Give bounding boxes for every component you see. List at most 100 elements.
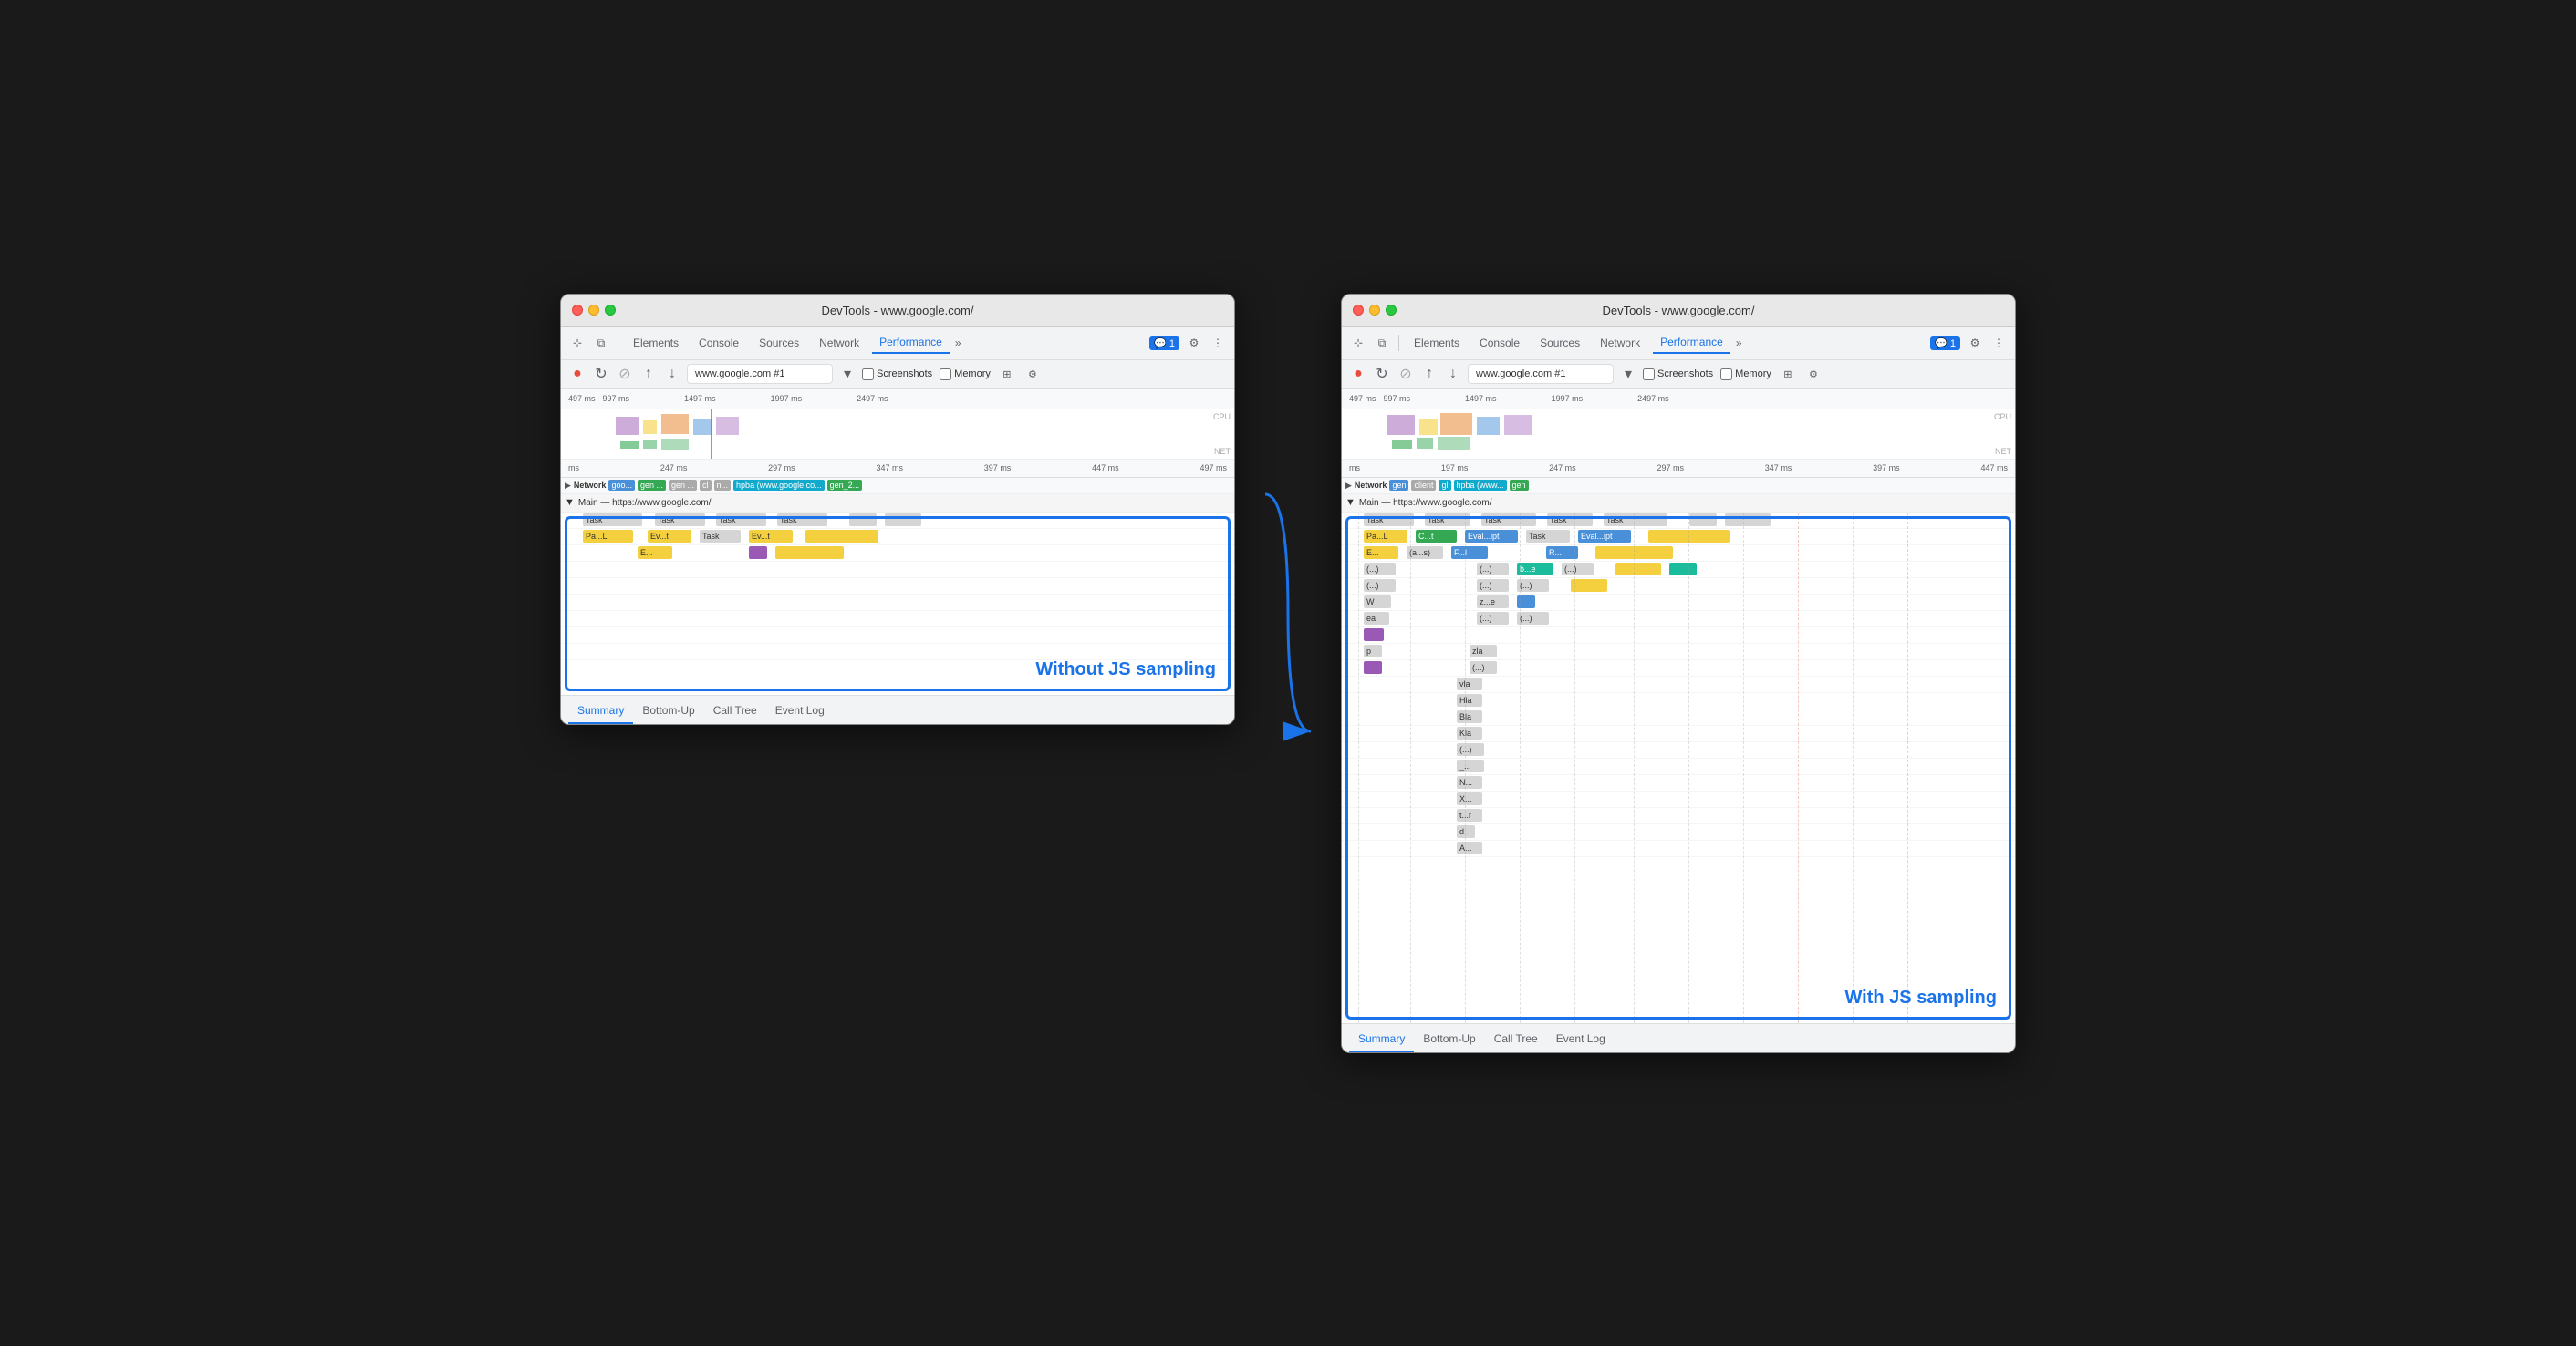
screenshots-checkbox-left[interactable]: Screenshots [862,368,932,380]
task-block-3[interactable]: Task [716,513,766,526]
right-reload-icon[interactable]: ↻ [1373,365,1391,383]
tab-console[interactable]: Console [691,333,746,353]
right-upload-icon[interactable]: ↑ [1420,365,1439,383]
tab-network[interactable]: Network [812,333,867,353]
upload-icon-left[interactable]: ↑ [639,365,658,383]
yellow-bar[interactable] [805,530,878,543]
r-yellow-long[interactable] [1648,530,1730,543]
r-teal2[interactable] [1669,563,1697,575]
r-n[interactable]: N... [1457,776,1482,789]
more-tabs-icon[interactable]: » [955,336,961,349]
triangle-right-icon[interactable]: ▶ [565,481,571,491]
r-task6[interactable] [1689,513,1717,526]
cancel-icon-left[interactable]: ⊘ [616,365,634,383]
r-p4[interactable]: (...) [1364,579,1396,592]
r-ze[interactable]: z...e [1477,595,1509,608]
e-block[interactable]: E... [638,546,672,559]
r-p3[interactable]: (...) [1562,563,1594,575]
tab-elements[interactable]: Elements [626,333,686,353]
pal-block[interactable]: Pa...L [583,530,633,543]
right-cancel-icon[interactable]: ⊘ [1397,365,1415,383]
r-task1[interactable]: Task [1364,513,1414,526]
right-minimize-button[interactable] [1369,305,1380,316]
task-block-5[interactable] [849,513,877,526]
right-layers-icon[interactable]: ⧉ [1373,334,1391,352]
r-y4[interactable] [1571,579,1607,592]
right-more-tabs[interactable]: » [1736,336,1742,349]
right-cursor-icon[interactable]: ⊹ [1349,334,1367,352]
r-dots15[interactable]: (...) [1457,743,1484,756]
memory-checkbox-left[interactable]: Memory [940,368,991,380]
right-dropdown-icon[interactable]: ▾ [1619,365,1637,383]
right-tab-event-log[interactable]: Event Log [1547,1027,1615,1052]
url-input-left[interactable]: www.google.com #1 [687,364,833,384]
r-p5[interactable]: (...) [1477,579,1509,592]
task-block-s[interactable]: Task [700,530,741,543]
r-eval2[interactable]: Eval...ipt [1578,530,1631,543]
r-eval1[interactable]: Eval...ipt [1465,530,1518,543]
r-pa7b[interactable]: (...) [1517,612,1549,625]
right-record-icon[interactable]: ● [1349,365,1367,383]
r-task4[interactable]: Task [1547,513,1593,526]
r-task5[interactable]: Task [1604,513,1667,526]
cursor-icon[interactable]: ⊹ [568,334,587,352]
purple-bar[interactable] [749,546,767,559]
capture-icon-left[interactable]: ⊞ [998,365,1016,383]
right-tab-summary[interactable]: Summary [1349,1027,1414,1052]
right-issue-badge[interactable]: 💬 1 [1930,336,1960,350]
r-pal[interactable]: Pa...L [1364,530,1407,543]
r-w[interactable]: W [1364,595,1391,608]
r-fl[interactable]: F...l [1451,546,1488,559]
settings-icon[interactable]: ⚙ [1185,334,1203,352]
task-block-4[interactable]: Task [777,513,827,526]
left-tab-call-tree[interactable]: Call Tree [704,699,766,724]
r-task-s[interactable]: Task [1526,530,1570,543]
tab-sources[interactable]: Sources [752,333,806,353]
right-download-icon[interactable]: ↓ [1444,365,1462,383]
r-p6[interactable]: (...) [1517,579,1549,592]
r-kla[interactable]: Kla [1457,727,1482,740]
layers-icon[interactable]: ⧉ [592,334,610,352]
perf-settings-icon-left[interactable]: ⚙ [1023,365,1042,383]
left-minimize-button[interactable] [588,305,599,316]
left-tab-event-log[interactable]: Event Log [766,699,834,724]
task-block-1[interactable]: Task [583,513,642,526]
right-menu-icon[interactable]: ⋮ [1989,334,2008,352]
r-dots-zla[interactable]: (...) [1470,661,1497,674]
right-memory-cb[interactable]: Memory [1720,368,1771,380]
yellow-bar2[interactable] [775,546,844,559]
left-tab-bottom-up[interactable]: Bottom-Up [633,699,703,724]
right-tab-network[interactable]: Network [1593,333,1647,353]
task-block-2[interactable]: Task [655,513,705,526]
right-triangle-right[interactable]: ▶ [1345,481,1352,491]
right-perf-settings-icon[interactable]: ⚙ [1804,365,1823,383]
r-be[interactable]: b...e [1517,563,1553,575]
r-r[interactable]: R... [1546,546,1578,559]
r-hla[interactable]: Hla [1457,694,1482,707]
right-flame-chart[interactable]: Task Task Task Task Task Pa...L C...t [1342,513,2015,1023]
memory-check-left[interactable] [940,368,951,380]
r-a[interactable]: A... [1457,842,1482,854]
r-x[interactable]: X... [1457,792,1482,805]
left-tab-summary[interactable]: Summary [568,699,633,724]
menu-icon[interactable]: ⋮ [1209,334,1227,352]
screenshots-check-left[interactable] [862,368,874,380]
r-zla[interactable]: zla [1470,645,1497,657]
r-purple-p[interactable] [1364,661,1382,674]
r-ct[interactable]: C...t [1416,530,1457,543]
record-icon-left[interactable]: ● [568,365,587,383]
right-memory-check[interactable] [1720,368,1732,380]
right-tab-sources[interactable]: Sources [1532,333,1587,353]
right-tab-console[interactable]: Console [1472,333,1527,353]
issue-badge[interactable]: 💬 1 [1149,336,1179,350]
r-p2[interactable]: (...) [1477,563,1509,575]
right-tab-performance[interactable]: Performance [1653,332,1730,354]
right-maximize-button[interactable] [1386,305,1397,316]
download-icon-left[interactable]: ↓ [663,365,681,383]
right-capture-icon[interactable]: ⊞ [1779,365,1797,383]
r-task3[interactable]: Task [1481,513,1536,526]
right-tab-elements[interactable]: Elements [1407,333,1467,353]
evt2-block[interactable]: Ev...t [749,530,793,543]
r-vla[interactable]: vla [1457,678,1482,690]
left-close-button[interactable] [572,305,583,316]
